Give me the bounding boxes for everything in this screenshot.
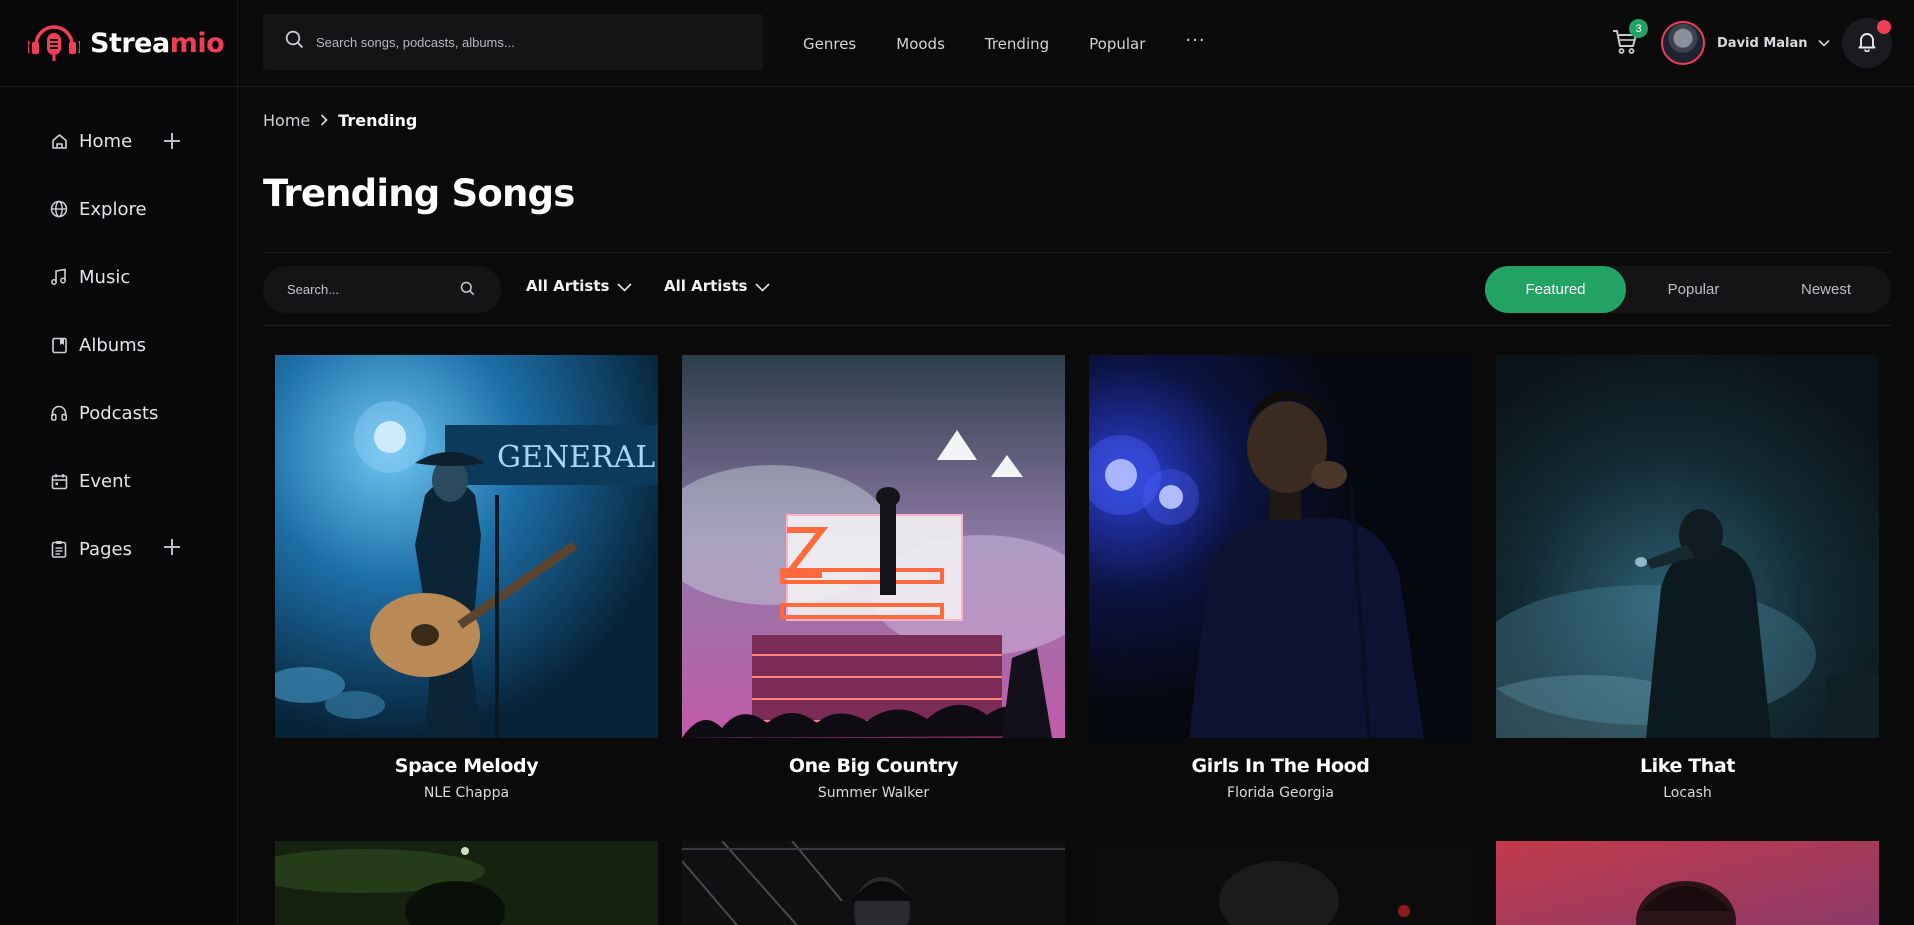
brand-name-part2: mio [169,27,225,59]
sidebar-item-label: Explore [79,198,147,220]
avatar [1661,21,1705,65]
sidebar-item-music[interactable]: Music [0,243,237,311]
top-nav-genres[interactable]: Genres [803,35,856,53]
filter-search-input[interactable] [287,282,447,297]
brand-name-part1: Strea [90,27,170,59]
sidebar-item-label: Home [79,130,133,152]
music-note-icon [50,268,68,286]
sidebar-item-event[interactable]: Event [0,447,237,515]
top-nav-popular[interactable]: Popular [1089,35,1145,53]
global-search-input[interactable] [316,34,736,50]
dropdown-label: All Artists [664,277,748,295]
song-artist[interactable]: Summer Walker [682,785,1065,801]
plus-icon[interactable] [162,131,182,151]
more-menu-icon[interactable]: ··· [1185,30,1205,51]
sidebar-item-label: Podcasts [79,402,159,424]
tab-featured[interactable]: Featured [1485,266,1626,313]
sidebar-item-pages[interactable]: Pages [0,515,237,583]
unread-dot [1877,20,1891,34]
song-cover-image[interactable]: GENERAL ST [275,355,658,738]
song-card[interactable] [1496,841,1879,925]
tab-popular[interactable]: Popular [1626,266,1761,313]
cart-count-badge: 3 [1629,19,1648,38]
top-nav-trending[interactable]: Trending [985,35,1049,53]
song-artist[interactable]: Florida Georgia [1089,785,1472,801]
home-icon [50,132,68,150]
sidebar-item-explore[interactable]: Explore [0,175,237,243]
song-card[interactable]: GENERAL ST Space Melody NLE Chappa [275,355,658,801]
sidebar: Streamio Home Explore Music Albums Podca… [0,0,238,925]
sidebar-item-label: Albums [79,334,147,356]
song-cover-image[interactable] [682,841,1065,925]
clipboard-icon [50,540,68,558]
sidebar-item-home[interactable]: Home [0,107,237,175]
breadcrumb-current: Trending [338,111,418,130]
top-nav-moods[interactable]: Moods [896,35,945,53]
chevron-down-icon [755,283,771,292]
song-cover-image[interactable] [682,355,1065,738]
sidebar-item-label: Music [79,266,131,288]
song-title[interactable]: Girls In The Hood [1089,755,1472,777]
breadcrumb: Home Trending [263,111,417,130]
page-title: Trending Songs [263,172,575,215]
top-header: Genres Moods Trending Popular ··· 3 Davi… [238,0,1914,87]
song-card[interactable]: Like That Locash [1496,355,1879,801]
logo[interactable]: Streamio [0,0,237,87]
search-icon[interactable] [460,281,475,301]
song-card[interactable] [1089,841,1472,925]
filter-bar: All Artists All Artists Featured Popular… [263,252,1891,326]
song-card[interactable]: Girls In The Hood Florida Georgia [1089,355,1472,801]
song-cover-image[interactable] [1089,841,1472,925]
song-artist[interactable]: Locash [1496,785,1879,801]
song-cover-image[interactable] [1496,841,1879,925]
svg-text:GENERAL ST: GENERAL ST [497,440,658,475]
global-search [263,14,763,70]
notifications-button[interactable] [1842,18,1892,68]
top-nav: Genres Moods Trending Popular ··· [803,0,1246,87]
cart-button[interactable]: 3 [1610,19,1648,60]
album-icon [50,336,68,354]
sidebar-item-podcasts[interactable]: Podcasts [0,379,237,447]
song-cover-image[interactable] [1089,355,1472,738]
brand-name: Streamio [90,27,225,59]
song-title[interactable]: Like That [1496,755,1879,777]
song-cover-image[interactable] [1496,355,1879,738]
headphones-icon [50,404,68,422]
headphones-mic-logo-icon [27,23,81,63]
chevron-right-icon [320,111,329,130]
user-name: David Malan [1717,35,1808,51]
artist-filter-dropdown-2[interactable]: All Artists [664,277,771,295]
chevron-down-icon [1817,34,1830,52]
song-cover-image[interactable] [275,841,658,925]
globe-icon [50,200,68,218]
song-title[interactable]: Space Melody [275,755,658,777]
calendar-icon [50,472,68,490]
user-menu[interactable]: David Malan [1661,20,1830,66]
sidebar-nav: Home Explore Music Albums Podcasts Event… [0,87,237,583]
song-artist[interactable]: NLE Chappa [275,785,658,801]
bell-icon [1856,30,1878,57]
artist-filter-dropdown-1[interactable]: All Artists [526,277,633,295]
sidebar-item-albums[interactable]: Albums [0,311,237,379]
sidebar-item-label: Pages [79,538,132,560]
filter-search [263,266,501,313]
search-icon [285,30,304,54]
sidebar-item-label: Event [79,470,131,492]
tab-newest[interactable]: Newest [1761,266,1891,313]
breadcrumb-home[interactable]: Home [263,111,310,130]
sort-tabs: Featured Popular Newest [1485,266,1891,313]
song-title[interactable]: One Big Country [682,755,1065,777]
chevron-down-icon [617,283,633,292]
dropdown-label: All Artists [526,277,610,295]
plus-icon[interactable] [162,537,182,557]
cart-icon [1610,30,1640,60]
song-card[interactable] [682,841,1065,925]
song-card[interactable]: One Big Country Summer Walker [682,355,1065,801]
song-card[interactable] [275,841,658,925]
